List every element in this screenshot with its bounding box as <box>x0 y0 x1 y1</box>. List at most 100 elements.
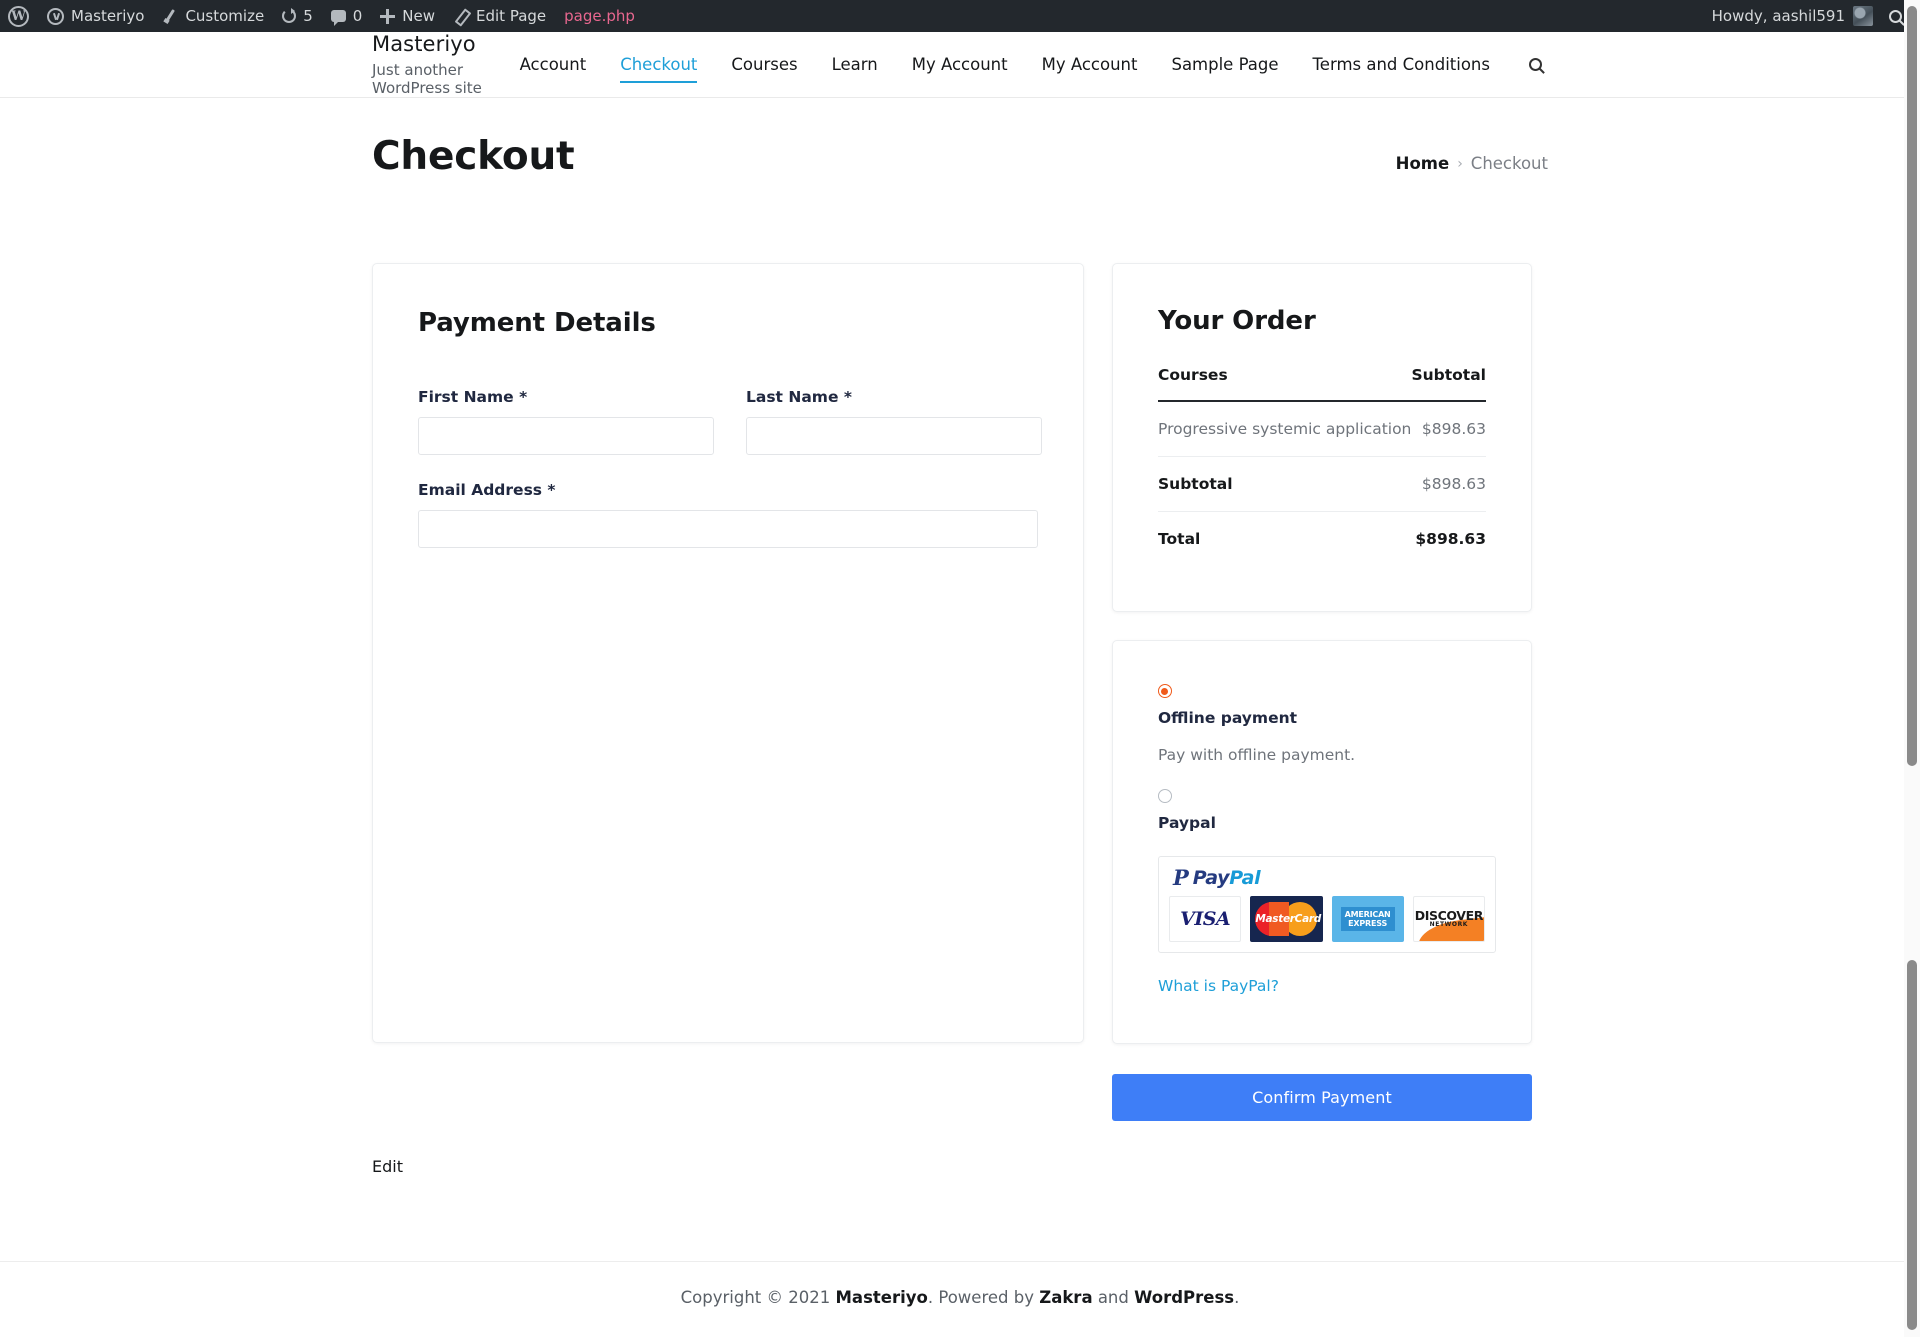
offline-payment-label: Offline payment <box>1158 708 1298 727</box>
admin-bar-updates-count: 5 <box>303 7 313 25</box>
footer-suffix-text: . <box>1234 1288 1240 1307</box>
amex-logo-text: AMERICAN EXPRESS <box>1340 906 1395 932</box>
site-icon <box>47 7 64 25</box>
search-icon <box>1889 9 1902 23</box>
admin-bar-howdy[interactable]: Howdy, aashil591 <box>1712 7 1853 25</box>
page-scrollbar[interactable] <box>1904 0 1920 1337</box>
order-subtotal-label: Subtotal <box>1158 456 1412 512</box>
order-item-name: Progressive systemic application <box>1158 400 1412 457</box>
admin-bar-right-group: Howdy, aashil591 <box>1712 6 1920 26</box>
amex-logo: AMERICAN EXPRESS <box>1331 895 1404 942</box>
footer-copyright: Copyright © 2021 Masteriyo. Powered by Z… <box>0 1288 1920 1307</box>
footer-copyright-prefix: Copyright © 2021 <box>680 1288 836 1307</box>
admin-bar-template-file[interactable]: page.php <box>555 7 644 25</box>
checkout-main: Payment Details First Name * Last Name *… <box>0 213 1920 1121</box>
scrollbar-thumb-upper[interactable] <box>1907 6 1917 766</box>
site-branding[interactable]: Masteriyo Just another WordPress site <box>372 32 503 97</box>
footer-and-text: and <box>1092 1288 1135 1307</box>
footer-platform-link[interactable]: WordPress <box>1134 1288 1234 1307</box>
order-table-header-row: Courses Subtotal <box>1158 365 1486 402</box>
paypal-brand: P PayPal <box>1169 865 1485 896</box>
admin-bar-left-group: W Masteriyo Customize 5 0 New Edit Page … <box>0 0 644 32</box>
paypal-brand-text-1: Pay <box>1192 866 1230 889</box>
order-item-price: $898.63 <box>1411 400 1486 457</box>
header-search-button[interactable] <box>1507 50 1548 79</box>
order-summary-title: Your Order <box>1158 305 1316 336</box>
admin-bar-comments[interactable]: 0 <box>322 0 372 32</box>
admin-bar-site-name[interactable]: Masteriyo <box>38 0 153 32</box>
page-title: Checkout <box>372 134 575 179</box>
email-field-row: Email Address * <box>418 481 1038 548</box>
admin-bar-new[interactable]: New <box>371 0 444 32</box>
brush-icon <box>162 8 178 24</box>
admin-bar-updates[interactable]: 5 <box>273 0 322 32</box>
nav-item-checkout[interactable]: Checkout <box>603 47 714 83</box>
paypal-radio[interactable] <box>1158 789 1172 804</box>
visa-logo-text: VISA <box>1180 907 1231 930</box>
chevron-right-icon: › <box>1457 155 1463 172</box>
payment-details-title: Payment Details <box>418 307 656 338</box>
order-total-label: Total <box>1158 529 1201 548</box>
site-footer: Copyright © 2021 Masteriyo. Powered by Z… <box>0 1261 1920 1337</box>
admin-bar-comments-count: 0 <box>352 7 363 25</box>
payment-method-offline[interactable]: Offline payment Pay with offline payment… <box>1158 681 1486 764</box>
footer-middle-text: . Powered by <box>927 1288 1040 1307</box>
admin-bar-edit-page-label: Edit Page <box>476 7 547 25</box>
scrollbar-thumb-lower[interactable] <box>1907 960 1917 1330</box>
payment-method-paypal[interactable]: Paypal P PayPal VISA MasterCard AMERICAN… <box>1158 786 1496 995</box>
first-name-input[interactable] <box>418 416 714 455</box>
footer-site-link[interactable]: Masteriyo <box>836 1288 928 1307</box>
breadcrumb: Home › Checkout <box>1396 154 1548 173</box>
breadcrumb-home[interactable]: Home <box>1396 154 1450 173</box>
nav-item-courses[interactable]: Courses <box>714 47 814 82</box>
mastercard-logo: MasterCard <box>1250 895 1323 942</box>
table-row: Progressive systemic application $898.63 <box>1158 400 1486 457</box>
payment-details-card: Payment Details First Name * Last Name *… <box>372 262 1084 1043</box>
footer-theme-link[interactable]: Zakra <box>1039 1288 1092 1307</box>
email-field-group: Email Address * <box>418 481 1038 548</box>
confirm-payment-button[interactable]: Confirm Payment <box>1112 1073 1532 1121</box>
last-name-field-group: Last Name * <box>746 388 1042 455</box>
email-field[interactable] <box>418 509 1038 548</box>
first-name-field-group: First Name * <box>418 388 714 455</box>
breadcrumb-current: Checkout <box>1470 154 1548 173</box>
name-field-row: First Name * Last Name * <box>418 388 1042 455</box>
primary-navigation: Account Checkout Courses Learn My Accoun… <box>503 47 1548 83</box>
nav-item-learn[interactable]: Learn <box>815 47 895 82</box>
payment-methods-card: Offline payment Pay with offline payment… <box>1112 639 1532 1044</box>
plus-icon <box>380 8 396 24</box>
pencil-icon <box>453 8 469 24</box>
order-col-courses: Courses <box>1158 365 1412 402</box>
wp-logo-menu[interactable]: W <box>0 0 38 32</box>
site-title[interactable]: Masteriyo <box>372 32 503 57</box>
admin-bar-customize-label: Customize <box>185 7 265 25</box>
nav-item-my-account-1[interactable]: My Account <box>895 47 1025 82</box>
accepted-cards-row: VISA MasterCard AMERICAN EXPRESS DISCOVE… <box>1169 895 1485 942</box>
admin-bar-site-label: Masteriyo <box>71 7 145 25</box>
admin-bar-customize[interactable]: Customize <box>153 0 273 32</box>
order-subtotal-row: Subtotal $898.63 <box>1158 456 1486 512</box>
mastercard-circles-icon: MasterCard <box>1255 901 1321 936</box>
nav-item-account[interactable]: Account <box>503 47 604 82</box>
last-name-label: Last Name * <box>746 387 852 406</box>
what-is-paypal-link[interactable]: What is PayPal? <box>1158 977 1279 995</box>
avatar[interactable] <box>1853 6 1873 26</box>
nav-item-my-account-2[interactable]: My Account <box>1025 47 1155 82</box>
nav-item-sample-page[interactable]: Sample Page <box>1154 47 1295 82</box>
offline-payment-radio[interactable] <box>1158 684 1172 699</box>
paypal-mark-icon: P <box>1173 865 1189 891</box>
wp-admin-bar: W Masteriyo Customize 5 0 New Edit Page … <box>0 0 1920 32</box>
mastercard-logo-text: MasterCard <box>1255 912 1321 925</box>
edit-link-wrapper: Edit <box>0 1121 1920 1176</box>
admin-bar-edit-page[interactable]: Edit Page <box>444 0 555 32</box>
order-col-subtotal: Subtotal <box>1411 365 1486 402</box>
offline-payment-description: Pay with offline payment. <box>1158 745 1356 764</box>
nav-item-terms-and-conditions[interactable]: Terms and Conditions <box>1296 47 1507 82</box>
edit-page-link[interactable]: Edit <box>372 1157 403 1176</box>
paypal-card-logos: P PayPal VISA MasterCard AMERICAN EXPRES… <box>1158 855 1496 953</box>
site-tagline: Just another WordPress site <box>372 61 482 98</box>
order-total-value: $898.63 <box>1415 529 1486 548</box>
email-label: Email Address * <box>418 480 556 499</box>
last-name-input[interactable] <box>746 416 1042 455</box>
admin-bar-new-label: New <box>402 7 436 25</box>
